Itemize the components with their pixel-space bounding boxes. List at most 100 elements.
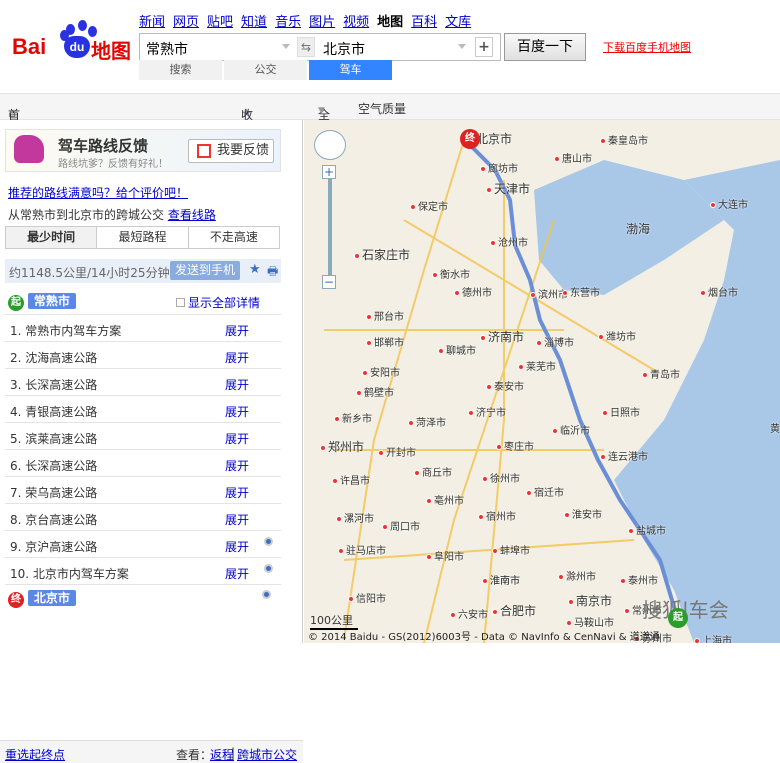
intercity-bus-link[interactable]: 跨城市公交: [237, 746, 297, 763]
map-canvas[interactable]: 北京市 秦皇岛市 唐山市 廊坊市 天津市 保定市 大连市 沧州市 渤海 石家庄市 衡水市 德州市 滨州市…: [304, 120, 780, 643]
location-pin-icon[interactable]: [264, 537, 273, 546]
baidu-map-logo[interactable]: Bai du 地图: [12, 20, 132, 63]
route-step[interactable]: 7. 荣乌高速公路 展开: [5, 477, 281, 504]
add-waypoint-icon[interactable]: +: [475, 37, 493, 57]
nav-link[interactable]: 知道: [241, 11, 267, 30]
route-step[interactable]: 4. 青银高速公路 展开: [5, 396, 281, 423]
city-label[interactable]: 商丘市: [414, 464, 452, 479]
city-label[interactable]: 亳州市: [426, 492, 464, 507]
route-step[interactable]: 3. 长深高速公路 展开: [5, 369, 281, 396]
zoom-out-icon[interactable]: −: [322, 275, 336, 289]
air-quality-link[interactable]: 空气质量: [358, 100, 406, 117]
swap-icon[interactable]: ⇆: [297, 37, 315, 57]
origin-dropdown-icon[interactable]: [282, 44, 290, 49]
city-label[interactable]: 漯河市: [336, 510, 374, 525]
mode-tab[interactable]: 搜索: [139, 60, 222, 80]
preference-tab[interactable]: 最少时间: [6, 227, 98, 248]
city-label[interactable]: 淄博市: [536, 334, 574, 349]
start-city-tag[interactable]: 常熟市: [27, 293, 76, 309]
nav-link[interactable]: 音乐: [275, 11, 301, 30]
view-route-link[interactable]: 查看线路: [168, 208, 216, 222]
city-label[interactable]: 东营市: [562, 284, 600, 299]
city-label[interactable]: 六安市: [450, 606, 488, 621]
search-button[interactable]: 百度一下: [504, 33, 586, 61]
city-label[interactable]: 阜阳市: [426, 548, 464, 563]
nav-link[interactable]: 文库: [445, 11, 471, 30]
city-label[interactable]: 周口市: [382, 518, 420, 533]
city-label[interactable]: 廊坊市: [480, 160, 518, 175]
city-label[interactable]: 保定市: [410, 198, 448, 213]
city-label[interactable]: 唐山市: [554, 150, 592, 165]
city-label[interactable]: 郑州市: [320, 438, 364, 455]
city-label[interactable]: 济南市: [480, 328, 524, 345]
route-step[interactable]: 1. 常熟市内驾车方案 展开: [5, 315, 281, 342]
route-step[interactable]: 10. 北京市内驾车方案 展开: [5, 558, 281, 585]
favorite-star-icon[interactable]: ★: [249, 262, 261, 277]
city-label[interactable]: 安阳市: [362, 364, 400, 379]
expand-link[interactable]: 展开: [225, 484, 249, 501]
city-label[interactable]: 泰州市: [620, 572, 658, 587]
city-label[interactable]: 黄: [770, 420, 780, 435]
city-label[interactable]: 盐城市: [628, 522, 666, 537]
show-all-details-checkbox[interactable]: 显示全部详情: [176, 294, 260, 311]
expand-link[interactable]: 展开: [225, 430, 249, 447]
print-icon[interactable]: 🖶: [267, 262, 278, 283]
city-label[interactable]: 临沂市: [552, 422, 590, 437]
city-label[interactable]: 渤海: [626, 220, 650, 237]
city-label[interactable]: 驻马店市: [338, 542, 386, 557]
expand-link[interactable]: 展开: [225, 403, 249, 420]
route-step[interactable]: 8. 京台高速公路 展开: [5, 504, 281, 531]
city-label[interactable]: 莱芜市: [518, 358, 556, 373]
city-label[interactable]: 邢台市: [366, 308, 404, 323]
city-label[interactable]: 石家庄市: [354, 246, 410, 263]
city-label[interactable]: 淮安市: [564, 506, 602, 521]
city-label[interactable]: 开封市: [378, 444, 416, 459]
city-label[interactable]: 德州市: [454, 284, 492, 299]
start-marker-icon[interactable]: 起: [668, 608, 688, 628]
city-label[interactable]: 许昌市: [332, 472, 370, 487]
nav-link[interactable]: 新闻: [139, 11, 165, 30]
city-label[interactable]: 上海市: [694, 632, 732, 643]
location-pin-icon[interactable]: [262, 590, 271, 599]
nav-link[interactable]: 百科: [411, 11, 437, 30]
city-label[interactable]: 马鞍山市: [566, 614, 614, 629]
city-label[interactable]: 大连市: [710, 196, 748, 211]
city-label[interactable]: 潍坊市: [598, 328, 636, 343]
expand-link[interactable]: 展开: [225, 511, 249, 528]
expand-link[interactable]: 展开: [225, 565, 249, 582]
city-label[interactable]: 新乡市: [334, 410, 372, 425]
route-step[interactable]: 9. 京沪高速公路 展开: [5, 531, 281, 558]
city-label[interactable]: 宿迁市: [526, 484, 564, 499]
city-label[interactable]: 青岛市: [642, 366, 680, 381]
end-city-tag[interactable]: 北京市: [27, 590, 76, 606]
nav-link[interactable]: 贴吧: [207, 11, 233, 30]
preference-tab[interactable]: 不走高速: [188, 227, 279, 248]
expand-link[interactable]: 展开: [225, 376, 249, 393]
destination-dropdown-icon[interactable]: [458, 44, 466, 49]
city-label[interactable]: 衡水市: [432, 266, 470, 281]
route-step[interactable]: 2. 沈海高速公路 展开: [5, 342, 281, 369]
nav-link[interactable]: 图片: [309, 11, 335, 30]
city-label[interactable]: 枣庄市: [496, 438, 534, 453]
city-label[interactable]: 菏泽市: [408, 414, 446, 429]
nav-link[interactable]: 网页: [173, 11, 199, 30]
city-label[interactable]: 鹤壁市: [356, 384, 394, 399]
city-label[interactable]: 连云港市: [600, 448, 648, 463]
route-step[interactable]: 6. 长深高速公路 展开: [5, 450, 281, 477]
reselect-link[interactable]: 重选起终点: [5, 746, 65, 763]
city-label[interactable]: 日照市: [602, 404, 640, 419]
preference-tab[interactable]: 最短路程: [97, 227, 189, 248]
city-label[interactable]: 秦皇岛市: [600, 132, 648, 147]
city-label[interactable]: 邯郸市: [366, 334, 404, 349]
origin-input[interactable]: 常熟市: [146, 39, 188, 59]
nav-link[interactable]: 视频: [343, 11, 369, 30]
rate-route-link[interactable]: 推荐的路线满意吗？给个评价吧！: [8, 184, 188, 201]
destination-input[interactable]: 北京市: [323, 39, 365, 59]
city-label[interactable]: 沧州市: [490, 234, 528, 249]
expand-link[interactable]: 展开: [225, 538, 249, 555]
city-label[interactable]: 淮南市: [482, 572, 520, 587]
mode-tab[interactable]: 驾车: [309, 60, 392, 80]
city-label[interactable]: 合肥市: [492, 602, 536, 619]
download-app-link[interactable]: 下载百度手机地图: [603, 39, 691, 55]
city-label[interactable]: 徐州市: [482, 470, 520, 485]
